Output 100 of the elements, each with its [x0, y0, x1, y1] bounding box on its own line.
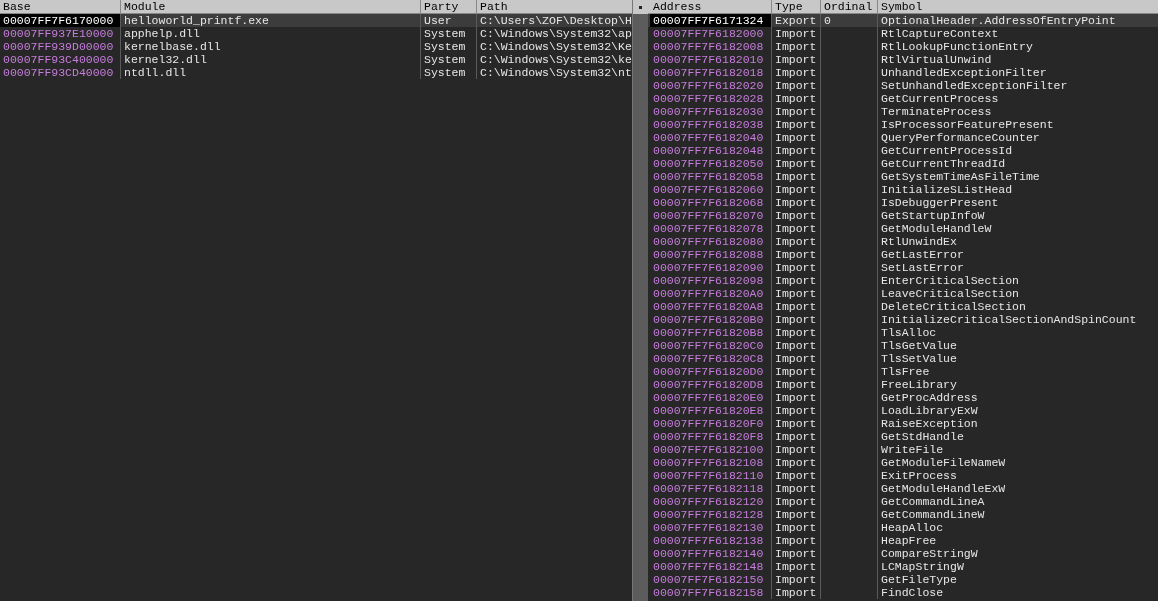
table-cell-text: 00007FF939D00000	[2, 40, 115, 53]
table-cell-text: 00007FF7F6182038	[652, 118, 765, 131]
table-cell: TlsAlloc	[877, 326, 1158, 339]
table-row[interactable]: 00007FF7F6182138 Import HeapFree	[648, 534, 1158, 547]
table-row[interactable]: 00007FF7F61820D0 Import TlsFree	[648, 365, 1158, 378]
table-row[interactable]: 00007FF7F6182148 Import LCMapStringW	[648, 560, 1158, 573]
table-cell: Import	[771, 417, 820, 430]
table-cell: GetFileType	[877, 573, 1158, 586]
table-cell: RtlLookupFunctionEntry	[877, 40, 1158, 53]
handle-icon[interactable]	[639, 5, 642, 9]
table-cell: GetCurrentThreadId	[877, 157, 1158, 170]
column-header[interactable]: Base	[0, 0, 120, 14]
table-cell-text: 00007FF7F6182088	[652, 248, 765, 261]
table-row[interactable]: 00007FF7F6182020 Import SetUnhandledExceptionFilter	[648, 79, 1158, 92]
table-cell: Import	[771, 534, 820, 547]
table-row[interactable]: 00007FF7F6182078 Import GetModuleHandleW	[648, 222, 1158, 235]
table-row[interactable]: 00007FF7F6182010 Import RtlVirtualUnwind	[648, 53, 1158, 66]
table-cell: Import	[771, 495, 820, 508]
table-row[interactable]: 00007FF7F6182048 Import GetCurrentProcessId	[648, 144, 1158, 157]
table-cell: Import	[771, 365, 820, 378]
table-row[interactable]: 00007FF7F61820B8 Import TlsAlloc	[648, 326, 1158, 339]
table-cell: Import	[771, 339, 820, 352]
table-row[interactable]: 00007FF7F6182108 Import GetModuleFileNameW	[648, 456, 1158, 469]
table-row[interactable]: 00007FF7F6182140 Import CompareStringW	[648, 547, 1158, 560]
table-row[interactable]: 00007FF7F6182060 Import InitializeSListHead	[648, 183, 1158, 196]
table-cell: Import	[771, 131, 820, 144]
table-cell: Import	[771, 508, 820, 521]
table-cell-text: 00007FF7F61820C0	[652, 339, 765, 352]
table-cell: GetCurrentProcess	[877, 92, 1158, 105]
table-cell: Import	[771, 300, 820, 313]
table-row[interactable]: 00007FF7F6182028 Import GetCurrentProcess	[648, 92, 1158, 105]
table-cell: GetModuleHandleExW	[877, 482, 1158, 495]
table-row[interactable]: 00007FF7F6182070 Import GetStartupInfoW	[648, 209, 1158, 222]
table-cell-text: 00007FF7F6182068	[652, 196, 765, 209]
table-cell: Import	[771, 274, 820, 287]
table-cell: Import	[771, 287, 820, 300]
table-row[interactable]: 00007FF7F6182068 Import IsDebuggerPresent	[648, 196, 1158, 209]
table-cell: kernelbase.dll	[120, 40, 420, 53]
table-cell: Import	[771, 196, 820, 209]
table-cell: Import	[771, 326, 820, 339]
table-row[interactable]: 00007FF7F6182100 Import WriteFile	[648, 443, 1158, 456]
table-row[interactable]: 00007FF7F61820A8 Import DeleteCriticalSection	[648, 300, 1158, 313]
table-cell: Import	[771, 586, 820, 599]
table-row[interactable]: 00007FF7F6182158 Import FindClose	[648, 586, 1158, 599]
table-row[interactable]: 00007FF7F61820E0 Import GetProcAddress	[648, 391, 1158, 404]
table-cell-text: 00007FF7F6182050	[652, 157, 765, 170]
table-cell-text: 00007FF7F6182078	[652, 222, 765, 235]
table-row[interactable]: 00007FF7F61820F0 Import RaiseException	[648, 417, 1158, 430]
table-row[interactable]: 00007FF7F6182130 Import HeapAlloc	[648, 521, 1158, 534]
table-row[interactable]: 00007FF7F6171324 Export 0 OptionalHeader.AddressOfEntryPoint	[648, 14, 1158, 27]
table-cell-text: 00007FF7F6182048	[652, 144, 765, 157]
table-cell-text: 00007FF7F6182118	[652, 482, 765, 495]
table-cell: Import	[771, 66, 820, 79]
table-row[interactable]: 00007FF7F6182030 Import TerminateProcess	[648, 105, 1158, 118]
table-row[interactable]: 00007FF7F6182038 Import IsProcessorFeaturePresent	[648, 118, 1158, 131]
table-row[interactable]: 00007FF7F6182088 Import GetLastError	[648, 248, 1158, 261]
table-cell-text: 00007FF7F61820E0	[652, 391, 765, 404]
table-cell: DeleteCriticalSection	[877, 300, 1158, 313]
table-cell: 0	[820, 14, 877, 27]
table-cell: QueryPerformanceCounter	[877, 131, 1158, 144]
table-cell: User	[420, 14, 476, 27]
table-row[interactable]: 00007FF7F6182050 Import GetCurrentThreadId	[648, 157, 1158, 170]
table-row[interactable]: 00007FF7F61820C8 Import TlsSetValue	[648, 352, 1158, 365]
table-cell: FreeLibrary	[877, 378, 1158, 391]
table-cell: System	[420, 53, 476, 66]
table-row[interactable]: 00007FF7F6182040 Import QueryPerformanceCounter	[648, 131, 1158, 144]
table-row[interactable]: 00007FF7F6182128 Import GetCommandLineW	[648, 508, 1158, 521]
splitter-bar[interactable]	[632, 0, 648, 601]
column-header[interactable]: Address	[650, 0, 771, 14]
table-row[interactable]: 00007FF7F61820A0 Import LeaveCriticalSection	[648, 287, 1158, 300]
table-cell: Import	[771, 209, 820, 222]
table-cell: GetCommandLineW	[877, 508, 1158, 521]
table-row[interactable]: 00007FF7F6182000 Import RtlCaptureContext	[648, 27, 1158, 40]
table-row[interactable]: 00007FF7F6182080 Import RtlUnwindEx	[648, 235, 1158, 248]
table-row[interactable]: 00007FF7F6182120 Import GetCommandLineA	[648, 495, 1158, 508]
table-cell: ExitProcess	[877, 469, 1158, 482]
table-cell-text: 00007FF7F6182060	[652, 183, 765, 196]
table-row[interactable]: 00007FF7F6170000 helloworld_printf.exe User C:\Users\ZOF\Desktop\H	[0, 14, 632, 27]
table-cell-text: 00007FF7F6182018	[652, 66, 765, 79]
table-row[interactable]: 00007FF7F6182008 Import RtlLookupFunctionEntry	[648, 40, 1158, 53]
table-row[interactable]: 00007FF7F6182090 Import SetLastError	[648, 261, 1158, 274]
table-cell: Import	[771, 404, 820, 417]
table-cell-text: 00007FF7F6182008	[652, 40, 765, 53]
table-row[interactable]: 00007FF7F6182018 Import UnhandledExceptionFilter	[648, 66, 1158, 79]
table-row[interactable]: 00007FF7F6182118 Import GetModuleHandleExW	[648, 482, 1158, 495]
table-cell: Import	[771, 313, 820, 326]
table-row[interactable]: 00007FF7F6182150 Import GetFileType	[648, 573, 1158, 586]
table-cell: 00007FF7F6171324	[650, 14, 771, 27]
table-row[interactable]: 00007FF7F6182110 Import ExitProcess	[648, 469, 1158, 482]
table-row[interactable]: 00007FF7F61820C0 Import TlsGetValue	[648, 339, 1158, 352]
table-row[interactable]: 00007FF7F61820B0 Import InitializeCriticalSectionAndSpinCount	[648, 313, 1158, 326]
table-cell: RtlVirtualUnwind	[877, 53, 1158, 66]
table-cell: Import	[771, 222, 820, 235]
table-row[interactable]: 00007FF7F6182058 Import GetSystemTimeAsFileTime	[648, 170, 1158, 183]
table-row[interactable]: 00007FF7F61820D8 Import FreeLibrary	[648, 378, 1158, 391]
table-row[interactable]: 00007FF7F6182098 Import EnterCriticalSection	[648, 274, 1158, 287]
table-row[interactable]: 00007FF7F61820F8 Import GetStdHandle	[648, 430, 1158, 443]
table-cell: TlsFree	[877, 365, 1158, 378]
table-row[interactable]: 00007FF7F61820E8 Import LoadLibraryExW	[648, 404, 1158, 417]
table-cell-text: 00007FF7F6182148	[652, 560, 765, 573]
